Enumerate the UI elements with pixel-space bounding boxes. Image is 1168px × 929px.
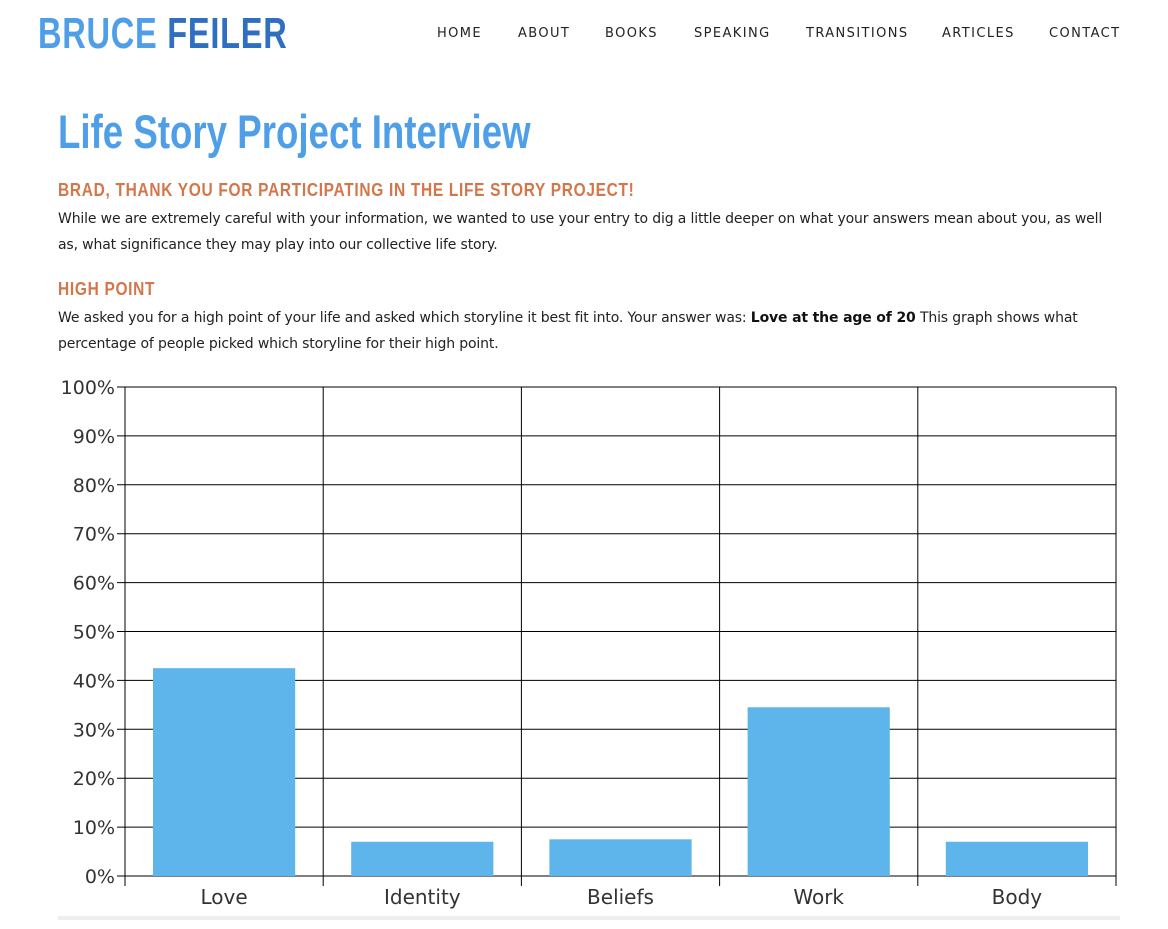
high-point-text-before: We asked you for a high point of your li… — [58, 310, 751, 326]
x-tick-label: Love — [201, 885, 248, 909]
nav-books[interactable]: BOOKS — [605, 25, 658, 43]
bar-beliefs — [549, 839, 692, 876]
bar-identity — [351, 841, 494, 876]
page-title: Life Story Project Interview — [58, 105, 531, 158]
thanks-heading: BRAD, THANK YOU FOR PARTICIPATING IN THE… — [58, 180, 635, 200]
x-tick-label: Beliefs — [587, 885, 654, 909]
nav-articles[interactable]: ARTICLES — [942, 25, 1015, 43]
nav-contact[interactable]: CONTACT — [1049, 25, 1120, 43]
high-point-paragraph: We asked you for a high point of your li… — [58, 305, 1120, 357]
bar-love — [153, 668, 296, 876]
y-tick-label: 0% — [85, 866, 115, 888]
y-tick-label: 80% — [73, 475, 115, 497]
nav-about[interactable]: ABOUT — [518, 25, 570, 43]
y-tick-label: 30% — [73, 719, 115, 741]
y-tick-label: 10% — [73, 817, 115, 839]
y-tick-label: 20% — [73, 768, 115, 790]
site-header: BRUCE FEILER HOME ABOUT BOOKS SPEAKING T… — [0, 0, 1168, 70]
nav-transitions[interactable]: TRANSITIONS — [806, 25, 909, 43]
high-point-answer: Love at the age of 20 — [750, 310, 916, 326]
y-tick-label: 100% — [61, 377, 115, 399]
y-tick-label: 40% — [73, 670, 115, 692]
y-tick-label: 90% — [73, 426, 115, 448]
y-tick-label: 70% — [73, 524, 115, 546]
y-tick-label: 50% — [73, 622, 115, 644]
nav-speaking[interactable]: SPEAKING — [694, 25, 771, 43]
x-tick-label: Identity — [384, 885, 461, 909]
bar-work — [747, 707, 890, 876]
bar-body — [945, 841, 1088, 876]
y-tick-label: 60% — [73, 573, 115, 595]
main-nav: HOME ABOUT BOOKS SPEAKING TRANSITIONS AR… — [0, 25, 1168, 45]
x-tick-label: Work — [793, 885, 844, 909]
intro-paragraph: While we are extremely careful with your… — [58, 211, 1103, 253]
high-point-chart: 0% 10% 20% 30% 40% 50% 60% 70% 80% 90% 100% Love Ide… — [61, 377, 1117, 909]
bottom-divider — [58, 916, 1120, 920]
x-tick-label: Body — [992, 885, 1043, 909]
nav-home[interactable]: HOME — [437, 25, 482, 43]
high-point-heading: HIGH POINT — [58, 279, 156, 299]
